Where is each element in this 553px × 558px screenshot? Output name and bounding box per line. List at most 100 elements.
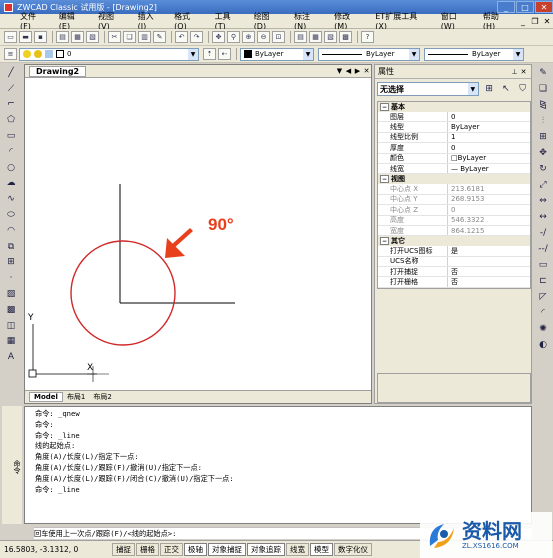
spline-icon[interactable]: ∿ [4, 192, 18, 206]
offset-icon[interactable]: ⫶ [536, 114, 550, 128]
lineweight-combo[interactable]: ByLayer ▼ [424, 47, 524, 61]
zoom-window-icon[interactable]: ⊕ [242, 31, 255, 43]
menu-tools[interactable]: 工具(T) [209, 11, 248, 31]
status-toggle[interactable]: 极轴 [184, 543, 207, 556]
property-row[interactable]: UCS名称 [378, 256, 530, 268]
collapse-icon[interactable]: − [380, 103, 389, 111]
pin-icon[interactable]: ▼ [335, 67, 344, 75]
property-category[interactable]: − 其它 [378, 236, 530, 247]
tab-model[interactable]: Model [29, 392, 63, 402]
layer-manager-icon[interactable]: ≡ [4, 48, 17, 60]
insert-block-icon[interactable]: ⧉ [4, 240, 18, 254]
print-icon[interactable]: ▤ [56, 31, 69, 43]
menu-draw[interactable]: 绘图(D) [248, 11, 288, 31]
menu-file[interactable]: 文件(F) [14, 11, 53, 31]
property-row[interactable]: 高度 546.3322 [378, 215, 530, 226]
property-row[interactable]: 宽度 864.1215 [378, 225, 530, 237]
trim-icon[interactable]: -/ [536, 226, 550, 240]
tab-layout1[interactable]: 布局1 [63, 392, 89, 402]
drawing-canvas[interactable]: 90° Y X [25, 78, 371, 390]
ellipse-icon[interactable]: ⬭ [4, 208, 18, 222]
property-row[interactable]: 线型比例 1 [378, 132, 530, 144]
menu-edit[interactable]: 编辑(E) [53, 11, 92, 31]
menu-dimension[interactable]: 标注(N) [288, 11, 328, 31]
menu-insert[interactable]: 插入(I) [132, 11, 169, 31]
property-value[interactable]: 546.3322 [448, 216, 530, 225]
arc-icon[interactable]: ◜ [4, 145, 18, 159]
property-value[interactable]: □ByLayer [448, 154, 530, 163]
property-row[interactable]: 颜色 □ByLayer [378, 153, 530, 164]
property-row[interactable]: 线宽 — ByLayer [378, 163, 530, 175]
linetype-combo[interactable]: ByLayer ▼ [318, 47, 420, 61]
point-icon[interactable]: · [4, 271, 18, 285]
status-toggle[interactable]: 正交 [160, 543, 183, 556]
paste-icon[interactable]: ▥ [138, 31, 151, 43]
menu-modify[interactable]: 修改(M) [328, 11, 369, 31]
property-row[interactable]: 厚度 0 [378, 143, 530, 154]
undo-icon[interactable]: ↶ [175, 31, 188, 43]
property-row[interactable]: 中心点 Z0 [378, 205, 530, 216]
array-icon[interactable]: ⊞ [536, 130, 550, 144]
make-current-layer-icon[interactable]: ⇡ [203, 48, 216, 60]
status-toggle[interactable]: 对象捕捉 [208, 543, 246, 556]
lengthen-icon[interactable]: ↔ [536, 210, 550, 224]
property-value[interactable]: 是 [448, 246, 530, 255]
open-folder-icon[interactable]: ▬ [19, 31, 32, 43]
publish-icon[interactable]: ▧ [86, 31, 99, 43]
quick-select-icon[interactable]: ⛉ [516, 83, 529, 96]
mdi-minimize-icon[interactable]: _ [517, 17, 529, 26]
collapse-icon[interactable]: − [380, 237, 389, 246]
select-objects-icon[interactable]: ↖ [500, 83, 513, 96]
mtext-icon[interactable]: A [4, 350, 18, 364]
help-icon[interactable]: ? [361, 31, 374, 43]
prev-icon[interactable]: ◀ [344, 67, 353, 75]
property-category[interactable]: − 基本 [378, 102, 530, 112]
property-row[interactable]: 线型 ByLayer [378, 122, 530, 133]
red-circle[interactable] [70, 240, 176, 346]
status-toggle[interactable]: 模型 [310, 543, 333, 556]
property-value[interactable]: 864.1215 [448, 226, 530, 235]
ellipse-arc-icon[interactable]: ◠ [4, 224, 18, 238]
break-icon[interactable]: ▭ [536, 258, 550, 272]
close-button[interactable]: ✕ [535, 1, 553, 13]
copy-icon[interactable]: ❏ [123, 31, 136, 43]
gradient-icon[interactable]: ▩ [4, 303, 18, 317]
cut-icon[interactable]: ✂ [108, 31, 121, 43]
selection-dropdown[interactable]: 无选择 ▼ [377, 82, 479, 96]
calculator-icon[interactable]: ▩ [339, 31, 352, 43]
next-icon[interactable]: ▶ [353, 67, 362, 75]
menu-view[interactable]: 视图(V) [92, 11, 132, 31]
property-value[interactable] [448, 257, 530, 266]
tool-palette-icon[interactable]: ▧ [324, 31, 337, 43]
property-row[interactable]: 打开UCS图标是 [378, 246, 530, 257]
rotate-icon[interactable]: ↻ [536, 162, 550, 176]
chevron-down-icon[interactable]: ▼ [513, 48, 523, 60]
menu-et-tools[interactable]: ET扩展工具(X) [369, 11, 435, 31]
erase-icon[interactable]: ✎ [536, 66, 550, 80]
join-icon[interactable]: ⊏ [536, 274, 550, 288]
color-combo[interactable]: ByLayer ▼ [240, 47, 314, 61]
chevron-down-icon[interactable]: ▼ [409, 48, 419, 60]
explode-icon[interactable]: ✺ [536, 322, 550, 336]
menu-window[interactable]: 窗口(W) [435, 11, 477, 31]
property-value[interactable]: 213.6181 [448, 184, 530, 193]
chamfer-icon[interactable]: ◸ [536, 290, 550, 304]
ray-icon[interactable]: ⟋ [4, 82, 18, 96]
mdi-close-icon[interactable]: ✕ [541, 17, 553, 26]
collapse-icon[interactable]: − [380, 175, 389, 184]
match-properties-icon[interactable]: ✎ [153, 31, 166, 43]
design-center-icon[interactable]: ▦ [309, 31, 322, 43]
scale-icon[interactable]: ⤢ [536, 178, 550, 192]
property-category[interactable]: − 视图 [378, 174, 530, 185]
menu-format[interactable]: 格式(O) [168, 11, 208, 31]
status-toggle[interactable]: 对象追踪 [247, 543, 285, 556]
region-icon[interactable]: ◫ [4, 319, 18, 333]
menu-help[interactable]: 帮助(H) [477, 11, 517, 31]
close-icon[interactable]: ✕ [519, 68, 528, 76]
drawing-tab[interactable]: Drawing2 [29, 65, 87, 77]
hatch-icon[interactable]: ▨ [4, 287, 18, 301]
property-row[interactable]: 图层 0 [378, 112, 530, 123]
property-value[interactable]: 0 [448, 205, 530, 214]
property-row[interactable]: 打开捕捉否 [378, 267, 530, 278]
redo-icon[interactable]: ↷ [190, 31, 203, 43]
